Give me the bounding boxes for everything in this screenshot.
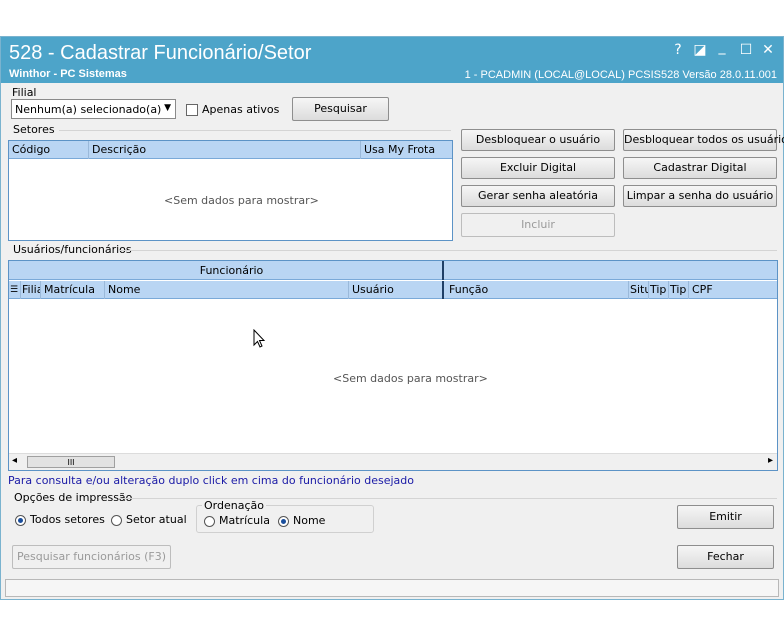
desbloquear-usuario-label: Desbloquear o usuário [475, 133, 601, 146]
pesquisar-button[interactable]: Pesquisar [292, 97, 389, 121]
setores-grid[interactable]: Código Descrição Usa My Frota <Sem dados… [8, 140, 453, 241]
title-bar[interactable]: 528 - Cadastrar Funcionário/Setor Wintho… [1, 37, 783, 83]
desbloquear-todos-label: Desbloquear todos os usuários [624, 133, 784, 146]
usuarios-band-header: Funcionário [9, 261, 777, 280]
close-icon[interactable]: ✕ [759, 42, 777, 58]
col-matricula[interactable]: Matrícula [41, 281, 105, 299]
row-selector-icon[interactable]: ☰ [9, 281, 21, 299]
help-icon[interactable]: ? [669, 42, 687, 58]
desbloquear-todos-button[interactable]: Desbloquear todos os usuários [623, 129, 784, 151]
session-status: 1 - PCADMIN (LOCAL@LOCAL) PCSIS528 Versã… [464, 69, 777, 81]
horizontal-scrollbar[interactable]: ◂ III ▸ [9, 453, 777, 470]
window-subtitle: Winthor - PC Sistemas [9, 68, 127, 80]
apenas-ativos-label: Apenas ativos [202, 103, 280, 116]
excluir-digital-label: Excluir Digital [499, 161, 577, 174]
impressao-label: Opções de impressão [14, 491, 133, 504]
nome-radio[interactable] [278, 516, 289, 527]
filial-select-value: Nenhum(a) selecionado(a) [15, 103, 162, 116]
filial-label: Filial [12, 86, 37, 99]
filial-select[interactable]: Nenhum(a) selecionado(a) ▼ [11, 99, 176, 119]
setor-atual-radio[interactable] [111, 515, 122, 526]
app-window: 528 - Cadastrar Funcionário/Setor Wintho… [0, 36, 784, 600]
setores-grid-header: Código Descrição Usa My Frota [9, 141, 452, 159]
band-funcionario: Funcionário [21, 261, 444, 280]
window-title: 528 - Cadastrar Funcionário/Setor [9, 42, 312, 64]
usuarios-divider [119, 250, 777, 251]
col-usuario[interactable]: Usuário [349, 281, 444, 299]
emitir-button[interactable]: Emitir [677, 505, 774, 529]
matricula-radio[interactable] [204, 516, 215, 527]
hint-text: Para consulta e/ou alteração duplo click… [8, 474, 414, 487]
incluir-label: Incluir [521, 218, 555, 231]
fechar-button[interactable]: Fechar [677, 545, 774, 569]
matricula-label: Matrícula [219, 514, 270, 527]
minimize-icon[interactable]: _ [713, 39, 731, 55]
todos-setores-radio[interactable] [15, 515, 26, 526]
status-bar [5, 579, 779, 597]
limpar-senha-label: Limpar a senha do usuário [626, 189, 774, 202]
col-situacao[interactable]: Situ [629, 281, 649, 299]
todos-setores-label: Todos setores [30, 513, 105, 526]
col-descricao[interactable]: Descrição [89, 141, 361, 159]
col-filial[interactable]: Filia [21, 281, 41, 299]
scroll-left-icon[interactable]: ◂ [12, 455, 17, 466]
chevron-down-icon: ▼ [164, 103, 171, 113]
pesquisar-funcionarios-button[interactable]: Pesquisar funcionários (F3) [12, 545, 171, 569]
incluir-button[interactable]: Incluir [461, 213, 615, 237]
col-funcao[interactable]: Função [446, 281, 629, 299]
col-nome[interactable]: Nome [105, 281, 349, 299]
mouse-cursor-icon [253, 329, 266, 348]
fechar-label: Fechar [707, 550, 744, 563]
col-codigo[interactable]: Código [9, 141, 89, 159]
usuarios-grid-header: ☰ Filia Matrícula Nome Usuário Função Si… [9, 281, 777, 299]
scroll-thumb[interactable]: III [27, 456, 115, 468]
excluir-digital-button[interactable]: Excluir Digital [461, 157, 615, 179]
usuarios-label: Usuários/funcionários [13, 243, 132, 256]
setor-atual-label: Setor atual [126, 513, 187, 526]
gerar-senha-button[interactable]: Gerar senha aleatória [461, 185, 615, 207]
pesquisar-funcionarios-label: Pesquisar funcionários (F3) [16, 550, 167, 563]
setores-empty-message: <Sem dados para mostrar> [164, 194, 319, 207]
setores-divider [59, 130, 451, 131]
emitir-label: Emitir [709, 510, 742, 523]
nome-label: Nome [293, 514, 326, 527]
usuarios-grid[interactable]: Funcionário ☰ Filia Matrícula Nome Usuár… [8, 260, 778, 471]
gerar-senha-label: Gerar senha aleatória [478, 189, 598, 202]
col-tipo-1[interactable]: Tip [649, 281, 669, 299]
scroll-right-icon[interactable]: ▸ [768, 455, 773, 466]
restore-icon[interactable]: ◪ [691, 42, 709, 58]
col-tipo-2[interactable]: Tip [669, 281, 689, 299]
usuarios-empty-message: <Sem dados para mostrar> [333, 372, 488, 385]
ordenacao-label: Ordenação [202, 499, 266, 512]
setores-label: Setores [13, 123, 55, 136]
maximize-icon[interactable]: ☐ [737, 42, 755, 58]
cadastrar-digital-button[interactable]: Cadastrar Digital [623, 157, 777, 179]
limpar-senha-button[interactable]: Limpar a senha do usuário [623, 185, 777, 207]
apenas-ativos-checkbox[interactable] [186, 104, 198, 116]
col-usa-my-frota[interactable]: Usa My Frota [361, 141, 452, 159]
col-cpf[interactable]: CPF [689, 281, 777, 299]
desbloquear-usuario-button[interactable]: Desbloquear o usuário [461, 129, 615, 151]
cadastrar-digital-label: Cadastrar Digital [653, 161, 747, 174]
